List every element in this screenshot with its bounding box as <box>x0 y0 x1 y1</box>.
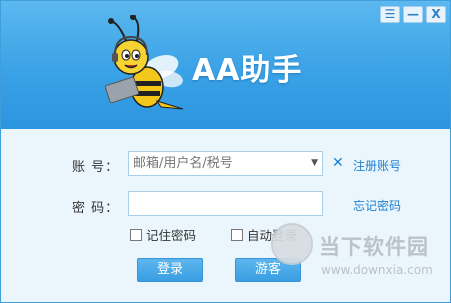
checkbox-box[interactable] <box>130 228 142 241</box>
window-controls: ☰ — X <box>380 6 446 23</box>
menu-icon[interactable]: ☰ <box>380 6 400 23</box>
login-button[interactable]: 登录 <box>137 258 203 282</box>
login-window: ☰ — X AA助手 账 号： 邮箱/用户名/税号 ▼ ✕ 注册账号 密 码： … <box>0 0 451 303</box>
watermark-text: 当下软件园 <box>319 235 429 259</box>
clear-icon[interactable]: ✕ <box>332 155 344 171</box>
watermark: 当下软件园 www.downxia.com <box>269 213 450 301</box>
checkbox-box[interactable] <box>231 228 243 241</box>
password-label: 密 码： <box>72 201 120 216</box>
forgot-password-link[interactable]: 忘记密码 <box>353 197 401 214</box>
register-link[interactable]: 注册账号 <box>353 157 401 174</box>
minimize-icon[interactable]: — <box>403 6 423 23</box>
app-title: AA助手 <box>192 53 303 88</box>
account-input[interactable] <box>129 152 322 175</box>
header-banner: ☰ — X AA助手 <box>1 1 450 129</box>
dropdown-arrow-icon[interactable]: ▼ <box>311 158 318 168</box>
watermark-logo <box>271 223 313 265</box>
close-icon[interactable]: X <box>426 6 446 23</box>
remember-password-label: 记住密码 <box>146 228 197 243</box>
password-input[interactable] <box>129 192 322 215</box>
bee-mascot <box>104 15 184 110</box>
watermark-url: www.downxia.com <box>321 263 433 277</box>
account-field[interactable]: ▼ <box>128 151 323 176</box>
account-label: 账 号： <box>72 160 120 175</box>
remember-password-checkbox[interactable]: 记住密码 <box>130 225 196 244</box>
